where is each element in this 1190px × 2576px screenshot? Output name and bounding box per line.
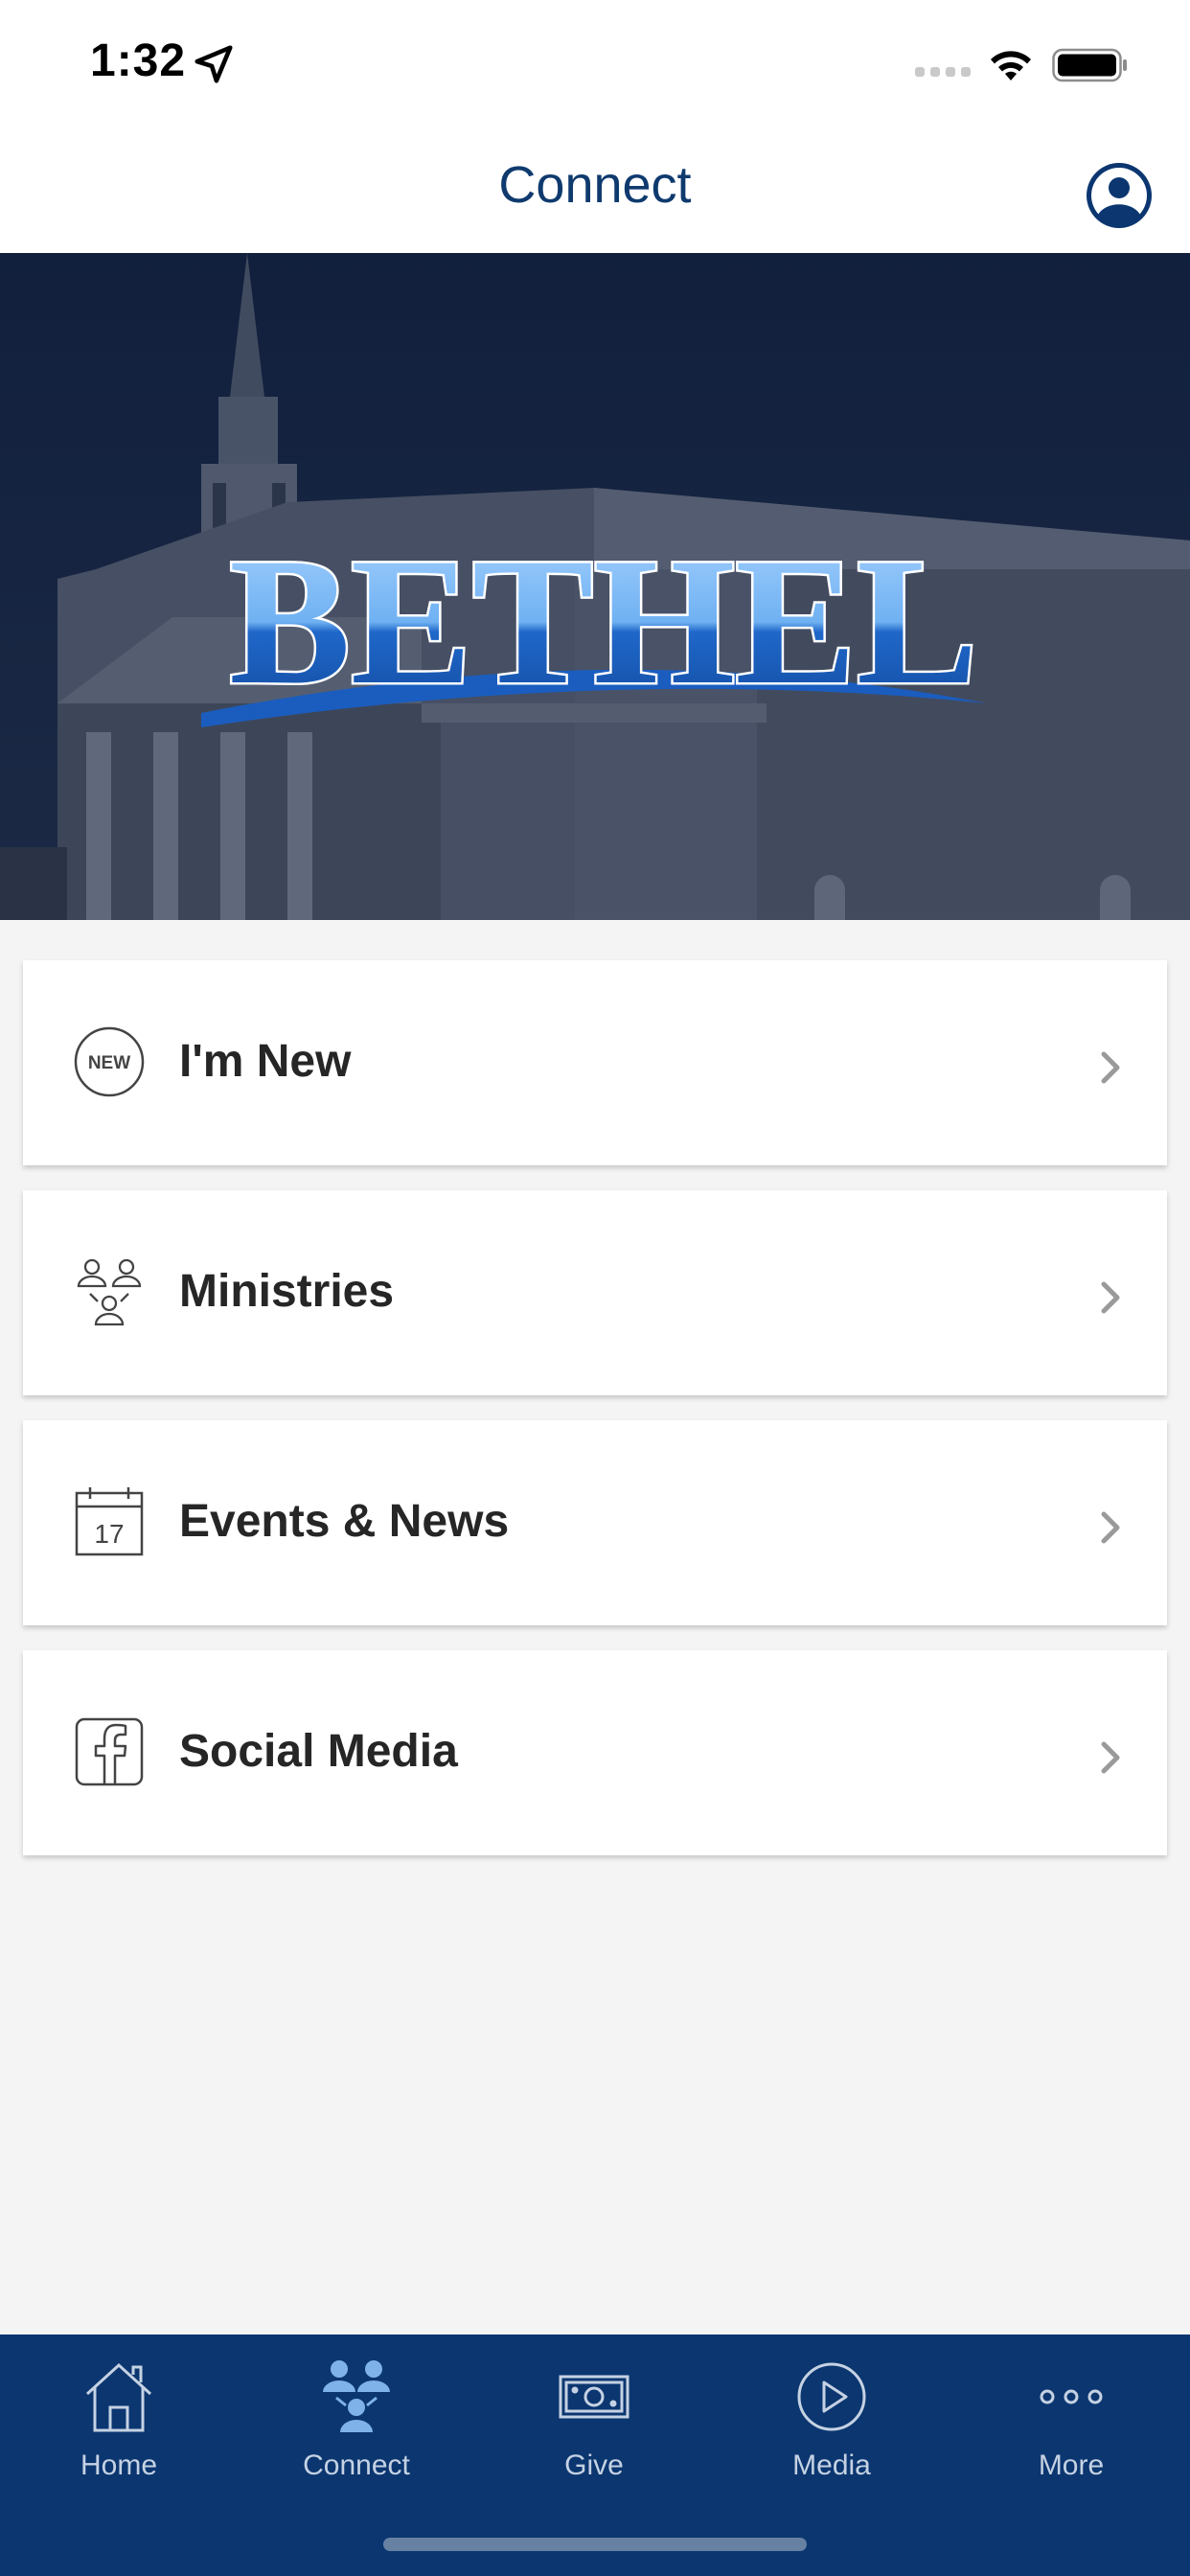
menu-item-ministries[interactable]: Ministries xyxy=(23,1190,1167,1395)
menu-item-social-media[interactable]: Social Media xyxy=(23,1650,1167,1855)
tab-label: Media xyxy=(792,2450,871,2481)
connect-menu-list: NEW I'm New Ministries 17 Events & News … xyxy=(23,960,1167,1880)
chevron-right-icon xyxy=(1101,1741,1120,1774)
more-icon xyxy=(1040,2389,1103,2404)
svg-text:NEW: NEW xyxy=(88,1053,130,1073)
page-title: Connect xyxy=(498,156,692,214)
tab-connect[interactable]: Connect xyxy=(238,2354,475,2497)
tab-give[interactable]: Give xyxy=(475,2354,713,2497)
menu-item-label: Social Media xyxy=(179,1726,458,1777)
cellular-signal-icon xyxy=(915,67,971,77)
people-group-icon xyxy=(77,1258,142,1326)
home-icon xyxy=(85,2362,152,2432)
menu-item-events-news[interactable]: 17 Events & News xyxy=(23,1420,1167,1625)
new-badge-icon: NEW xyxy=(74,1026,145,1097)
bethel-logo: BETHEL xyxy=(229,521,977,723)
menu-item-im-new[interactable]: NEW I'm New xyxy=(23,960,1167,1165)
people-icon xyxy=(323,2360,390,2432)
hero-banner: BETHEL xyxy=(0,253,1190,920)
chevron-right-icon xyxy=(1101,1511,1120,1544)
chevron-right-icon xyxy=(1101,1281,1120,1314)
facebook-icon xyxy=(75,1717,144,1786)
nav-header: Connect xyxy=(0,126,1190,253)
profile-icon[interactable] xyxy=(1085,161,1154,230)
svg-text:17: 17 xyxy=(94,1519,124,1549)
menu-item-label: I'm New xyxy=(179,1036,352,1087)
tab-label: More xyxy=(1038,2450,1105,2481)
location-arrow-icon xyxy=(195,45,233,83)
money-icon xyxy=(559,2375,629,2419)
calendar-icon: 17 xyxy=(75,1487,144,1556)
menu-item-label: Ministries xyxy=(179,1266,395,1317)
tab-home[interactable]: Home xyxy=(0,2354,238,2497)
battery-icon xyxy=(1052,48,1127,82)
chevron-right-icon xyxy=(1101,1051,1120,1084)
church-photo: BETHEL xyxy=(0,253,1190,920)
tab-label: Give xyxy=(564,2450,624,2481)
status-bar: 1:32 xyxy=(0,0,1190,126)
menu-item-label: Events & News xyxy=(179,1496,510,1547)
tab-media[interactable]: Media xyxy=(713,2354,950,2497)
status-time: 1:32 xyxy=(90,35,187,86)
play-icon xyxy=(797,2362,866,2431)
wifi-icon xyxy=(991,51,1031,80)
home-indicator[interactable] xyxy=(383,2538,807,2551)
tab-label: Home xyxy=(80,2450,158,2481)
tab-more[interactable]: More xyxy=(952,2354,1190,2497)
tab-label: Connect xyxy=(303,2450,410,2481)
